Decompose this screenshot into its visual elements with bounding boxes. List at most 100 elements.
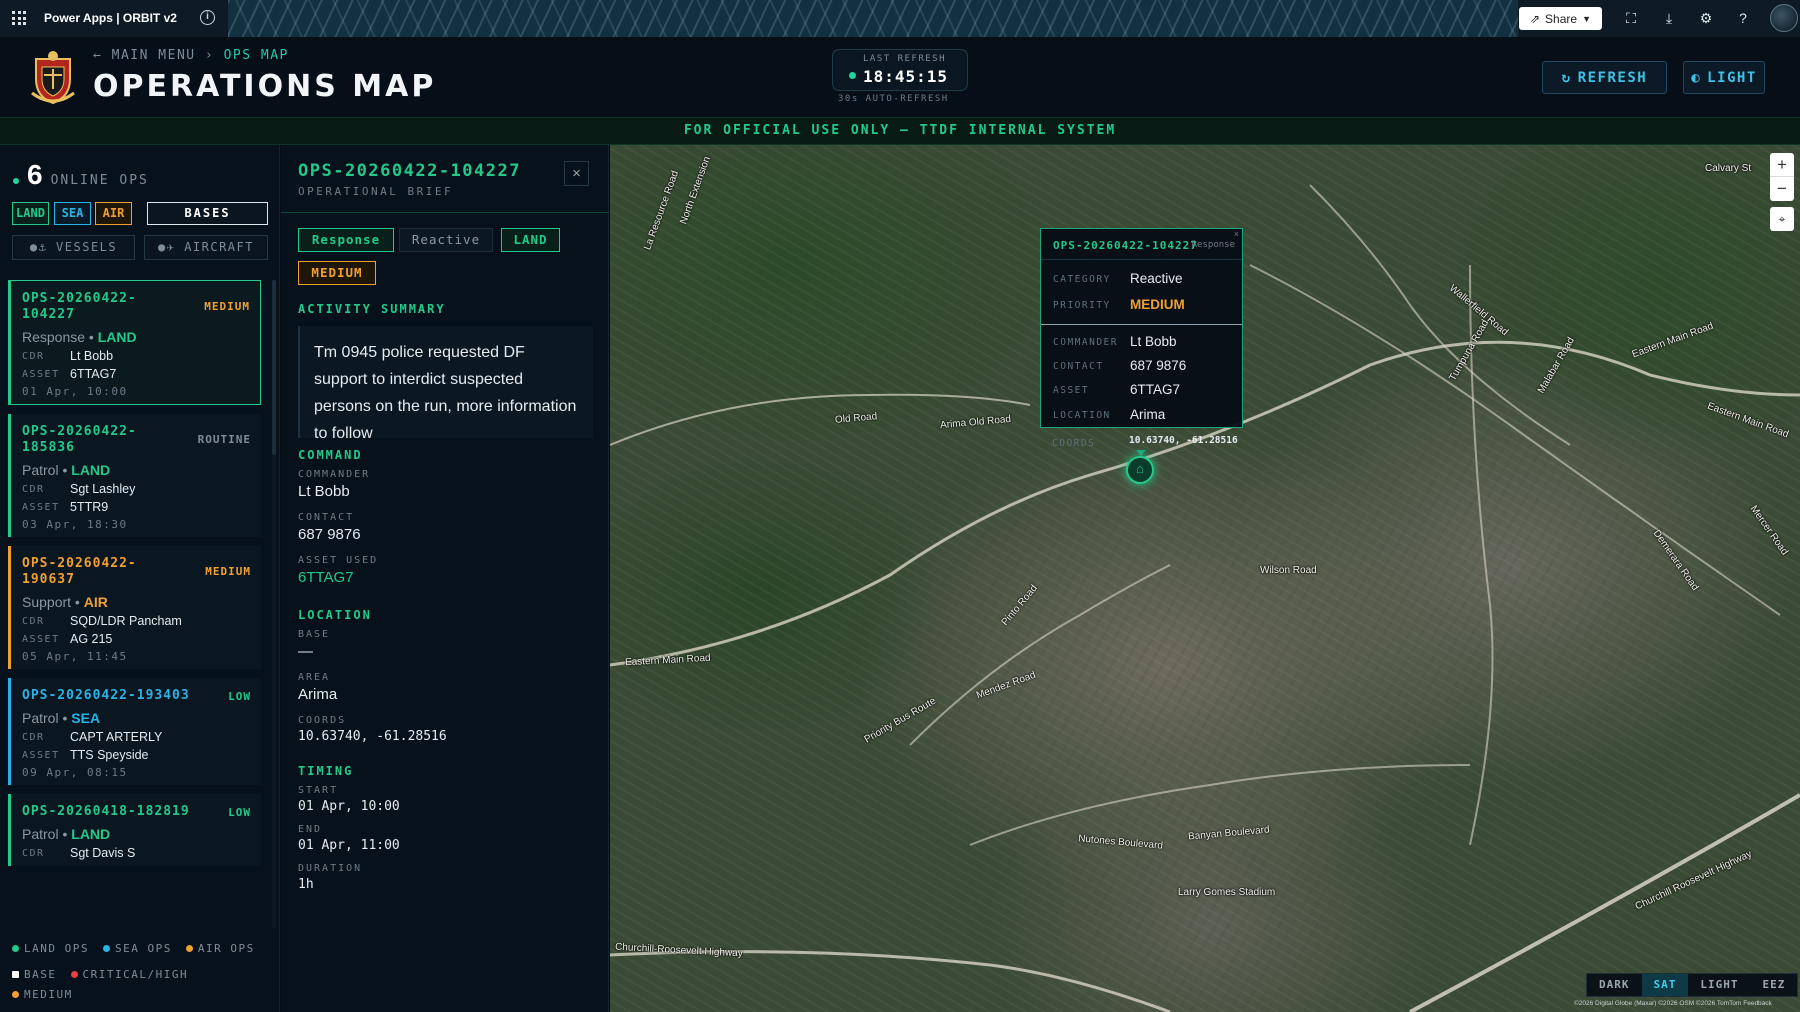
op-card-cdr: CAPT ARTERLY <box>70 730 163 744</box>
popup-location-value: Arima <box>1130 407 1166 422</box>
op-card[interactable]: OPS-20260422- 185836 ROUTINE Patrol • LAND C… <box>8 414 261 537</box>
op-card[interactable]: OPS-20260422- 190637 MEDIUM Support • AIR CD… <box>8 546 261 669</box>
contact-field: CONTACT 687 9876 <box>298 512 361 543</box>
location-heading: LOCATION <box>298 608 372 622</box>
light-theme-button[interactable]: ◐ LIGHT <box>1683 61 1765 94</box>
popup-contact-value: 687 9876 <box>1130 358 1187 373</box>
start-value: 01 Apr, 10:00 <box>298 799 400 814</box>
refresh-label: REFRESH <box>1577 69 1648 86</box>
asset-label: ASSET USED <box>298 555 379 566</box>
share-button[interactable]: ⇗ Share ▼ <box>1519 7 1602 30</box>
refresh-button[interactable]: ↻ REFRESH <box>1542 61 1667 94</box>
satellite-map[interactable]: La Resource Road North Extension Old Roa… <box>610 145 1800 1012</box>
ops-list-scroll-thumb[interactable] <box>272 280 276 455</box>
contact-label: CONTACT <box>298 512 355 523</box>
op-card-domain: LAND <box>71 462 111 478</box>
settings-icon[interactable]: ⚙ <box>1697 9 1715 27</box>
avatar[interactable] <box>1770 4 1798 32</box>
breadcrumb-separator: › <box>204 48 215 63</box>
layer-eez-button[interactable]: EEZ <box>1751 974 1798 996</box>
legend-row-medium: MEDIUM <box>12 988 73 1001</box>
op-marker-icon[interactable]: ⌂ <box>1126 456 1154 484</box>
layer-dark-button[interactable]: DARK <box>1587 974 1642 996</box>
filter-air[interactable]: AIR <box>95 202 132 225</box>
close-brief-button[interactable]: × <box>564 161 589 186</box>
end-value: 01 Apr, 11:00 <box>298 838 400 853</box>
map-popup: OPS-20260422-104227 Response × CATEGORY … <box>1040 228 1243 428</box>
commander-field: COMMANDER Lt Bobb <box>298 469 370 500</box>
popup-close-button[interactable]: × <box>1234 229 1239 239</box>
coords-field: COORDS 10.63740, -61.28516 <box>298 715 447 744</box>
op-card-priority: LOW <box>228 690 251 703</box>
layer-light-button[interactable]: LIGHT <box>1688 974 1750 996</box>
bases-toggle-button[interactable]: BASES <box>147 202 268 225</box>
op-card-cdr: Sgt Lashley <box>70 482 136 496</box>
op-card-asset: 6TTAG7 <box>70 367 117 381</box>
op-card-category-text: Patrol <box>22 826 59 842</box>
op-card-id-cont: 190637 <box>22 572 75 587</box>
op-card-cdr-row: CDR CAPT ARTERLY <box>22 730 261 744</box>
waffle-icon[interactable] <box>12 11 26 25</box>
zoom-control: + − <box>1770 153 1794 201</box>
help-icon[interactable]: ? <box>1734 9 1752 27</box>
zoom-in-button[interactable]: + <box>1770 153 1794 177</box>
brief-subtitle: OPERATIONAL BRIEF <box>298 185 454 198</box>
filter-sea[interactable]: SEA <box>54 202 91 225</box>
end-label: END <box>298 824 323 835</box>
vessels-button[interactable]: ●⚓ VESSELS <box>12 235 135 260</box>
op-card[interactable]: OPS-20260422- 104227 MEDIUM Response • LAND… <box>8 280 261 405</box>
op-card-priority: LOW <box>228 806 251 819</box>
fit-screen-icon[interactable]: ⛶ <box>1622 9 1640 27</box>
popup-category-label: CATEGORY <box>1053 274 1111 285</box>
area-field: AREA Arima <box>298 672 337 703</box>
op-card-domain: LAND <box>97 329 137 345</box>
op-card-domain: LAND <box>71 826 111 842</box>
popup-divider <box>1041 259 1242 260</box>
legend-sea: SEA OPS <box>102 942 172 955</box>
share-label: Share <box>1545 11 1578 26</box>
popup-asset-value: 6TTAG7 <box>1130 382 1181 397</box>
asset-label: ASSET <box>22 634 60 645</box>
asset-label: ASSET <box>22 750 60 761</box>
op-card-domain: AIR <box>83 594 108 610</box>
op-card-id-cont: 104227 <box>22 307 75 322</box>
filter-land[interactable]: LAND <box>12 202 49 225</box>
popup-location-label: LOCATION <box>1053 410 1111 421</box>
duration-value: 1h <box>298 877 314 892</box>
auto-refresh-label: 30s AUTO-REFRESH <box>838 94 949 104</box>
op-card-id: OPS-20260418-182819 <box>22 804 190 819</box>
op-card[interactable]: OPS-20260422-193403 LOW Patrol • SEA CDR CAP… <box>8 678 261 785</box>
op-card-id: OPS-20260422- <box>22 424 137 439</box>
compass-icon[interactable]: ⌖ <box>1770 207 1794 231</box>
popup-asset-label: ASSET <box>1053 385 1090 396</box>
popup-priority-row: PRIORITY MEDIUM <box>1053 297 1185 312</box>
popup-divider <box>1041 324 1242 325</box>
end-field: END 01 Apr, 11:00 <box>298 824 400 853</box>
activity-summary-text: Tm 0945 police requested DF support to i… <box>298 326 593 442</box>
op-card-category: Patrol • SEA <box>22 710 101 726</box>
online-ops-label: ONLINE OPS <box>50 173 149 188</box>
layer-sat-button[interactable]: SAT <box>1641 974 1689 996</box>
timing-heading: TIMING <box>298 764 354 778</box>
op-card-datetime: 09 Apr, 08:15 <box>22 766 128 779</box>
op-card-id: OPS-20260422- <box>22 556 137 571</box>
aircraft-button[interactable]: ●✈ AIRCRAFT <box>144 235 268 260</box>
download-icon[interactable]: ⤓ <box>1660 9 1678 27</box>
asset-value[interactable]: 6TTAG7 <box>298 569 378 586</box>
info-icon[interactable]: i <box>200 10 215 25</box>
op-card-priority: MEDIUM <box>204 300 250 313</box>
ops-card-list: OPS-20260422- 104227 MEDIUM Response • LAND… <box>8 280 263 928</box>
popup-priority-value: MEDIUM <box>1130 297 1185 312</box>
crest-logo <box>31 51 75 105</box>
op-card-priority: ROUTINE <box>197 433 251 446</box>
op-card-category-text: Patrol <box>22 710 59 726</box>
popup-commander-row: COMMANDER Lt Bobb <box>1053 334 1177 349</box>
classification-banner: FOR OFFICIAL USE ONLY — TTDF INTERNAL SY… <box>0 117 1800 145</box>
op-card-category: Support • AIR <box>22 594 108 610</box>
op-card[interactable]: OPS-20260418-182819 LOW Patrol • LAND CDR Sg… <box>8 794 261 866</box>
main-menu-link[interactable]: ← MAIN MENU <box>93 48 196 63</box>
online-ops-count: 6 <box>27 159 43 190</box>
commander-value: Lt Bobb <box>298 483 350 500</box>
zoom-out-button[interactable]: − <box>1770 177 1794 201</box>
light-theme-label: LIGHT <box>1707 69 1757 86</box>
